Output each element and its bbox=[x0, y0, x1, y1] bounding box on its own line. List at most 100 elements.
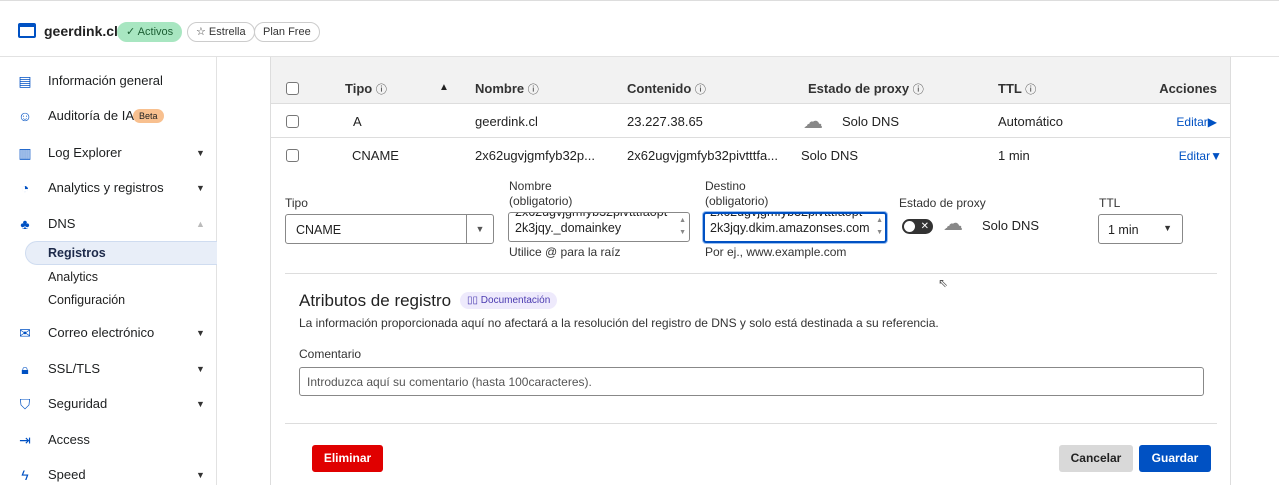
cloud-icon: ☁ bbox=[803, 111, 823, 133]
caret-right-icon: ▶ bbox=[1207, 115, 1217, 129]
chevron-down-icon: ▼ bbox=[196, 183, 205, 193]
delete-button[interactable]: Eliminar bbox=[312, 445, 383, 472]
pie-chart-icon: ◔ bbox=[20, 180, 30, 196]
ttl-label: TTL bbox=[1099, 196, 1121, 210]
star-button[interactable]: ☆ Estrella bbox=[187, 22, 255, 42]
log-icon: ▥ bbox=[18, 145, 32, 161]
nombre-label: Nombre (obligatorio) bbox=[509, 179, 573, 208]
tipo-select[interactable]: CNAME ▼ bbox=[285, 214, 494, 244]
star-icon: ☆ bbox=[196, 26, 209, 38]
bolt-icon: ϟ bbox=[21, 467, 29, 483]
record-proxy: Solo DNS bbox=[842, 114, 900, 129]
chevron-up-icon: ▲ bbox=[196, 219, 205, 229]
sidebar: ▤ Información general ☺ Auditoría de IA Bet… bbox=[0, 57, 217, 485]
sidebar-item-email[interactable]: ✉ Correo electrónico ▼ bbox=[0, 321, 216, 345]
edit-button[interactable]: Editar▼ bbox=[1179, 149, 1222, 163]
chevron-down-icon: ▼ bbox=[196, 364, 205, 374]
divider bbox=[285, 423, 1217, 424]
sort-asc-icon[interactable]: ▲ bbox=[439, 82, 449, 93]
scroll-arrows-icon[interactable]: ▲ ▼ bbox=[876, 215, 883, 239]
book-icon: ▯▯ bbox=[467, 295, 481, 306]
info-icon: ⓘ bbox=[375, 84, 387, 96]
col-ttl[interactable]: TTL ⓘ bbox=[998, 81, 1036, 97]
record-type: A bbox=[353, 114, 362, 129]
col-proxy[interactable]: Estado de proxy ⓘ bbox=[808, 81, 924, 97]
mouse-cursor-icon: ⇖ bbox=[938, 276, 949, 290]
caret-down-icon: ▼ bbox=[1210, 149, 1222, 163]
edit-button[interactable]: Editar▶ bbox=[1176, 115, 1217, 129]
cancel-button[interactable]: Cancelar bbox=[1059, 445, 1133, 472]
select-all-checkbox[interactable] bbox=[286, 82, 299, 95]
beta-badge: Beta bbox=[133, 109, 164, 123]
scroll-arrows-icon[interactable]: ▲ ▼ bbox=[679, 215, 686, 239]
record-proxy: Solo DNS bbox=[801, 148, 859, 163]
record-ttl: 1 min bbox=[998, 148, 1030, 163]
sidebar-item-ai-audit[interactable]: ☺ Auditoría de IA Beta bbox=[0, 104, 216, 128]
chevron-down-icon: ▼ bbox=[1163, 223, 1172, 233]
row-checkbox[interactable] bbox=[286, 115, 299, 128]
table-header: Tipo ⓘ ▲ Nombre ⓘ Contenido ⓘ Estado de … bbox=[271, 57, 1230, 104]
access-icon: ⇥ bbox=[19, 432, 31, 448]
sidebar-item-registros[interactable]: Registros bbox=[25, 241, 217, 265]
chevron-down-icon: ▼ bbox=[466, 215, 493, 243]
ttl-select[interactable]: 1 min ▼ bbox=[1098, 214, 1183, 244]
record-ttl: Automático bbox=[998, 114, 1064, 129]
network-icon: ♣ bbox=[20, 216, 30, 232]
lock-icon: 🔒︎ bbox=[21, 361, 29, 377]
document-icon: ▤ bbox=[18, 73, 32, 89]
zone-header: geerdink.cl ✓ Activos ☆ Estrella Plan Fr… bbox=[0, 0, 1279, 57]
sidebar-item-analytics[interactable]: ◔ Analytics y registros ▼ bbox=[0, 176, 216, 200]
chevron-down-icon: ▼ bbox=[196, 148, 205, 158]
browser-window-icon bbox=[18, 23, 36, 38]
nombre-input[interactable]: 2x62ugvjgmfyb32pivtttfaopt 2k3jqy._domai… bbox=[508, 212, 690, 242]
sidebar-item-dns[interactable]: ♣ DNS ▲ bbox=[0, 212, 216, 236]
sidebar-item-dns-analytics[interactable]: Analytics bbox=[48, 270, 98, 284]
table-row: CNAME 2x62ugvjgmfyb32p... 2x62ugvjgmfyb3… bbox=[271, 138, 1230, 171]
info-icon: ⓘ bbox=[527, 84, 539, 96]
status-badge: ✓ Activos bbox=[117, 22, 183, 42]
record-content: 2x62ugvjgmfyb32pivtttfa... bbox=[627, 148, 779, 163]
info-icon: ⓘ bbox=[912, 84, 924, 96]
proxy-status: Solo DNS bbox=[982, 218, 1040, 233]
proxy-toggle[interactable]: ✕ bbox=[902, 219, 933, 234]
record-name: 2x62ugvjgmfyb32p... bbox=[475, 148, 595, 163]
shield-icon: ⛉ bbox=[19, 396, 31, 412]
col-contenido[interactable]: Contenido ⓘ bbox=[627, 81, 706, 97]
nombre-hint: Utilice @ para la raíz bbox=[509, 245, 621, 259]
chevron-down-icon: ▼ bbox=[196, 399, 205, 409]
sidebar-item-access[interactable]: ⇥ Access bbox=[0, 428, 216, 452]
domain-title: geerdink.cl bbox=[44, 23, 118, 39]
info-icon: ⓘ bbox=[1025, 84, 1037, 96]
row-checkbox[interactable] bbox=[286, 149, 299, 162]
save-button[interactable]: Guardar bbox=[1139, 445, 1211, 472]
plan-badge: Plan Free bbox=[254, 22, 320, 42]
cloud-icon: ☁ bbox=[943, 213, 963, 235]
sidebar-item-security[interactable]: ⛉ Seguridad ▼ bbox=[0, 392, 216, 416]
robot-icon: ☺ bbox=[17, 108, 33, 124]
table-row: A geerdink.cl 23.227.38.65 ☁ Solo DNS Au… bbox=[271, 104, 1230, 138]
documentation-link[interactable]: ▯▯ Documentación bbox=[460, 292, 558, 309]
destino-hint: Por ej., www.example.com bbox=[705, 245, 847, 259]
chevron-down-icon: ▼ bbox=[196, 328, 205, 338]
record-type: CNAME bbox=[352, 148, 399, 163]
comment-input[interactable]: Introduzca aquí su comentario (hasta 100… bbox=[299, 367, 1204, 396]
col-tipo[interactable]: Tipo ⓘ bbox=[345, 81, 387, 97]
sidebar-item-dns-config[interactable]: Configuración bbox=[48, 293, 125, 307]
destino-label: Destino (obligatorio) bbox=[705, 179, 769, 208]
divider bbox=[285, 273, 1217, 274]
x-icon: ✕ bbox=[920, 221, 929, 232]
sidebar-item-ssl[interactable]: 🔒︎ SSL/TLS ▼ bbox=[0, 357, 216, 381]
sidebar-item-log-explorer[interactable]: ▥ Log Explorer ▼ bbox=[0, 141, 216, 165]
comment-label: Comentario bbox=[299, 347, 362, 361]
col-acciones: Acciones bbox=[1159, 81, 1217, 96]
sidebar-item-overview[interactable]: ▤ Información general bbox=[0, 69, 216, 93]
sidebar-item-speed[interactable]: ϟ Speed ▼ bbox=[0, 463, 216, 487]
mail-icon: ✉ bbox=[19, 325, 31, 341]
proxy-label: Estado de proxy bbox=[899, 196, 986, 210]
destino-input[interactable]: 2x62ugvjgmfyb32pivtttfaopt 2k3jqy.dkim.a… bbox=[703, 212, 887, 243]
section-title: Atributos de registro bbox=[299, 291, 452, 310]
dns-records-card: Tipo ⓘ ▲ Nombre ⓘ Contenido ⓘ Estado de … bbox=[270, 57, 1231, 485]
section-info: La información proporcionada aquí no afe… bbox=[299, 316, 939, 330]
col-nombre[interactable]: Nombre ⓘ bbox=[475, 81, 539, 97]
tipo-label: Tipo bbox=[285, 196, 308, 210]
